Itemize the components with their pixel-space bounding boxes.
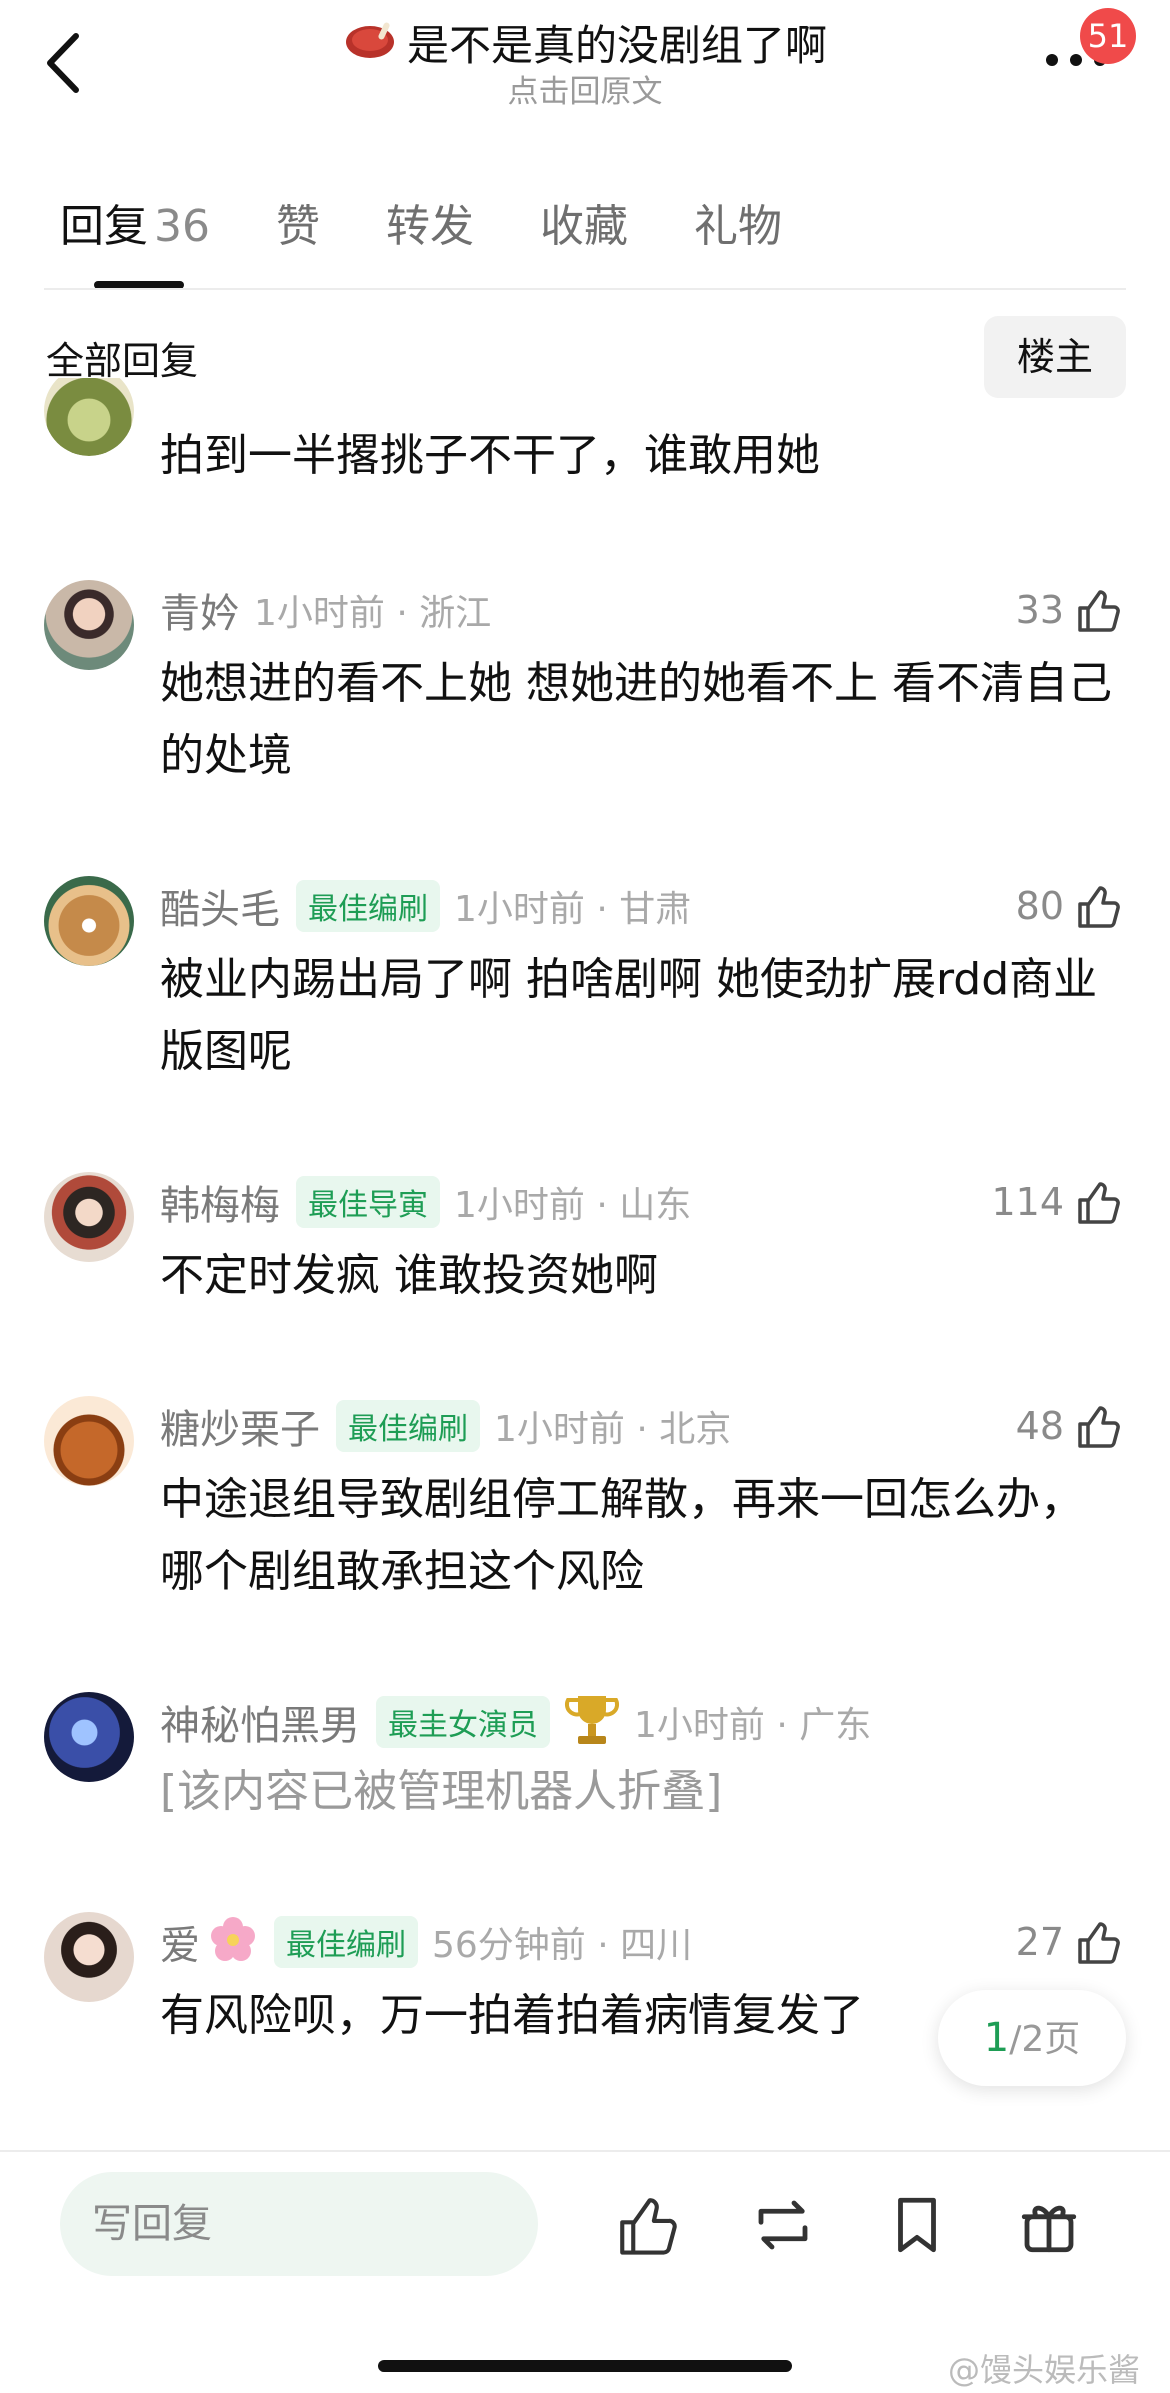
tab-gifts[interactable]: 礼物 (694, 190, 782, 260)
like-count: 27 (1015, 1920, 1064, 1964)
timestamp: 1小时前 · 广东 (634, 1705, 872, 1746)
bookmark-icon (898, 2197, 936, 2253)
total-pages: /2页 (1009, 2019, 1081, 2060)
like-button[interactable]: 27 (1016, 1912, 1122, 1972)
bookmark-action-button[interactable] (884, 2192, 950, 2258)
back-to-original-link[interactable]: 点击回原文 (0, 66, 1170, 111)
like-count: 114 (991, 1180, 1064, 1224)
tab-likes[interactable]: 赞 (276, 190, 320, 260)
timestamp: 1小时前 · 甘肃 (454, 889, 692, 930)
user-title-badge: 最佳编刷 (336, 1400, 480, 1452)
avatar[interactable] (44, 1172, 134, 1262)
timestamp: 1小时前 · 山东 (454, 1185, 692, 1226)
thumbs-up-icon (1078, 886, 1120, 928)
timestamp: 1小时前 · 北京 (494, 1409, 732, 1450)
avatar[interactable] (44, 580, 134, 670)
user-title-badge: 最圭女演员 (376, 1696, 550, 1748)
gift-action-button[interactable] (1016, 2192, 1082, 2258)
user-title-badge: 最佳导寅 (296, 1176, 440, 1228)
thumbs-up-icon (1078, 1922, 1120, 1964)
title-bar[interactable]: 是不是真的没剧组了啊 (0, 14, 1170, 70)
username[interactable]: 爱 (160, 1913, 200, 1971)
thumbs-up-icon (620, 2198, 677, 2255)
avatar[interactable] (44, 1912, 134, 2002)
all-replies-label: 全部回复 (46, 339, 199, 383)
thumbs-up-icon (1078, 1182, 1120, 1224)
timestamp: 1小时前 · 浙江 (254, 593, 492, 634)
current-page: 1 (983, 2015, 1010, 2061)
thumbs-up-icon (1078, 1406, 1120, 1448)
tab-reposts[interactable]: 转发 (386, 190, 474, 260)
divider (0, 2150, 1170, 2152)
like-button[interactable]: 114 (991, 1172, 1122, 1232)
comment-text: 拍到一半撂挑子不干了，谁敢用她 (160, 430, 820, 481)
username[interactable]: 糖炒栗子 (160, 1397, 320, 1455)
watermark: @馒头娱乐酱 (947, 2351, 1140, 2389)
like-action-button[interactable] (614, 2192, 680, 2258)
repost-action-button[interactable] (750, 2192, 816, 2258)
username[interactable]: 酷头毛 (160, 877, 280, 935)
page-indicator[interactable]: 1/2页 (938, 1990, 1126, 2086)
username[interactable]: 青妗 (160, 581, 240, 639)
comment-text: 中途退组导致剧组停工解散，再来一回怎么办，哪个剧组敢承担这个风险 (160, 1474, 1084, 1597)
user-title-badge: 最佳编刷 (296, 880, 440, 932)
avatar[interactable] (44, 1396, 134, 1486)
like-count: 80 (1015, 884, 1064, 928)
tab-favorites[interactable]: 收藏 (540, 190, 628, 260)
avatar[interactable] (44, 1692, 134, 1782)
like-count: 33 (1015, 588, 1064, 632)
like-button[interactable]: 80 (1016, 876, 1122, 936)
gift-icon (1021, 2205, 1077, 2253)
steak-emoji-icon (343, 18, 397, 66)
folded-comment-notice[interactable]: [该内容已被管理机器人折叠] (160, 1756, 1120, 1828)
like-count: 48 (1015, 1404, 1064, 1448)
timestamp: 56分钟前 · 四川 (432, 1925, 693, 1966)
avatar[interactable] (44, 876, 134, 966)
like-button[interactable]: 33 (1016, 580, 1122, 640)
reply-input[interactable]: 写回复 (60, 2172, 538, 2276)
op-only-button[interactable]: 楼主 (984, 316, 1126, 398)
repost-icon (758, 2200, 808, 2250)
tab-bar: 回复 36 赞 转发 收藏 礼物 (60, 190, 848, 260)
divider (44, 288, 1126, 290)
username[interactable]: 韩梅梅 (160, 1173, 280, 1231)
avatar[interactable] (44, 378, 134, 456)
page-title: 是不是真的没剧组了啊 (406, 20, 827, 70)
comment-text: 她想进的看不上她 想她进的她看不上 看不清自己的处境 (160, 658, 1112, 781)
user-title-badge: 最佳编刷 (274, 1916, 418, 1968)
username[interactable]: 神秘怕黑男 (160, 1693, 360, 1751)
notification-badge: 51 (1080, 8, 1136, 64)
like-button[interactable]: 48 (1016, 1396, 1122, 1456)
comment-text: 被业内踢出局了啊 拍啥剧啊 她使劲扩展rdd商业版图呢 (160, 954, 1098, 1077)
thumbs-up-icon (1078, 590, 1120, 632)
home-indicator (378, 2360, 792, 2372)
comment-text: 不定时发疯 谁敢投资她啊 (160, 1250, 658, 1301)
trophy-icon (564, 1690, 620, 1754)
tab-replies[interactable]: 回复 36 (60, 190, 210, 260)
cherry-blossom-icon (208, 1915, 258, 1969)
